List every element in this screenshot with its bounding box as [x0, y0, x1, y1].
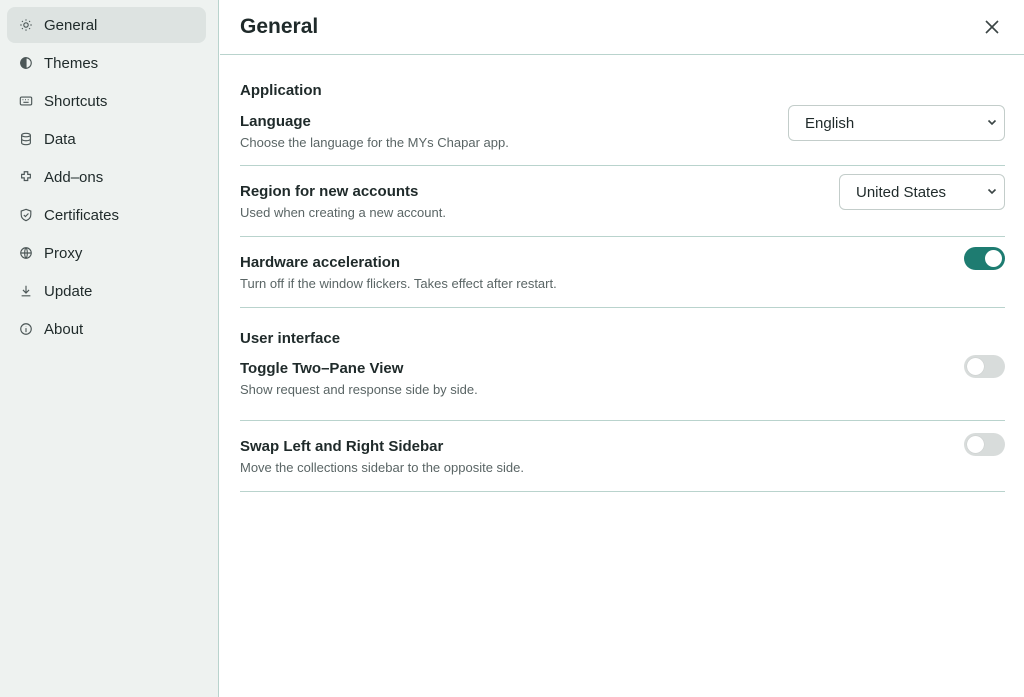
setting-description: Show request and response side by side.	[240, 382, 478, 397]
select-value: United States	[856, 183, 947, 201]
setting-label: Toggle Two–Pane View	[240, 360, 404, 377]
setting-row-two-pane: Toggle Two–Pane View Show request and re…	[240, 355, 1005, 421]
close-icon	[985, 20, 999, 34]
setting-description: Choose the language for the MYs Chapar a…	[240, 135, 509, 150]
sidebar-item-data[interactable]: Data	[7, 121, 206, 157]
sidebar-item-label: Proxy	[44, 244, 83, 262]
chevron-down-icon	[986, 115, 998, 132]
region-select[interactable]: United States	[839, 174, 1005, 210]
settings-main: General Application Language Choose the …	[220, 0, 1024, 697]
close-button[interactable]	[980, 15, 1004, 39]
settings-sidebar: General Themes Shortcuts Data Add–ons Ce…	[0, 0, 219, 697]
globe-icon	[18, 245, 34, 261]
hardware-acceleration-toggle[interactable]	[964, 247, 1005, 270]
database-icon	[18, 131, 34, 147]
toggle-knob	[967, 358, 984, 375]
sidebar-item-label: About	[44, 320, 84, 338]
two-pane-toggle[interactable]	[964, 355, 1005, 378]
toggle-knob	[967, 436, 984, 453]
setting-row-swap-sidebar: Swap Left and Right Sidebar Move the col…	[240, 421, 1005, 492]
setting-label: Language	[240, 113, 311, 130]
setting-row-hardware-acceleration: Hardware acceleration Turn off if the wi…	[240, 237, 1005, 308]
sidebar-item-label: Themes	[44, 54, 99, 72]
setting-label: Region for new accounts	[240, 183, 419, 200]
sidebar-item-label: Shortcuts	[44, 92, 108, 110]
sidebar-item-addons[interactable]: Add–ons	[7, 159, 206, 195]
shield-check-icon	[18, 207, 34, 223]
sidebar-item-general[interactable]: General	[7, 7, 206, 43]
page-header: General	[220, 0, 1024, 55]
select-value: English	[805, 114, 855, 132]
swap-sidebar-toggle[interactable]	[964, 433, 1005, 456]
sidebar-item-label: Update	[44, 282, 93, 300]
setting-description: Used when creating a new account.	[240, 205, 446, 220]
toggle-knob	[985, 250, 1002, 267]
sidebar-item-label: General	[44, 16, 98, 34]
keyboard-icon	[18, 93, 34, 109]
chevron-down-icon	[986, 184, 998, 201]
section-title-application: Application	[240, 82, 322, 99]
setting-label: Hardware acceleration	[240, 254, 401, 271]
sidebar-item-shortcuts[interactable]: Shortcuts	[7, 83, 206, 119]
setting-label: Swap Left and Right Sidebar	[240, 438, 444, 455]
sun-icon	[18, 17, 34, 33]
setting-row-region: Region for new accounts Used when creati…	[240, 166, 1005, 237]
sidebar-item-label: Certificates	[44, 206, 120, 224]
sidebar-item-certificates[interactable]: Certificates	[7, 197, 206, 233]
puzzle-icon	[18, 169, 34, 185]
setting-row-language: Language Choose the language for the MYs…	[240, 105, 1005, 166]
language-select[interactable]: English	[788, 105, 1005, 141]
half-circle-icon	[18, 55, 34, 71]
sidebar-item-label: Data	[44, 130, 76, 148]
section-title-user-interface: User interface	[240, 330, 341, 347]
info-icon	[18, 321, 34, 337]
sidebar-item-label: Add–ons	[44, 168, 104, 186]
settings-content: Application Language Choose the language…	[220, 82, 1024, 492]
sidebar-item-themes[interactable]: Themes	[7, 45, 206, 81]
download-icon	[18, 283, 34, 299]
setting-description: Turn off if the window flickers. Takes e…	[240, 276, 557, 291]
sidebar-item-update[interactable]: Update	[7, 273, 206, 309]
sidebar-item-about[interactable]: About	[7, 311, 206, 347]
sidebar-item-proxy[interactable]: Proxy	[7, 235, 206, 271]
page-title: General	[240, 15, 319, 38]
setting-description: Move the collections sidebar to the oppo…	[240, 460, 525, 475]
